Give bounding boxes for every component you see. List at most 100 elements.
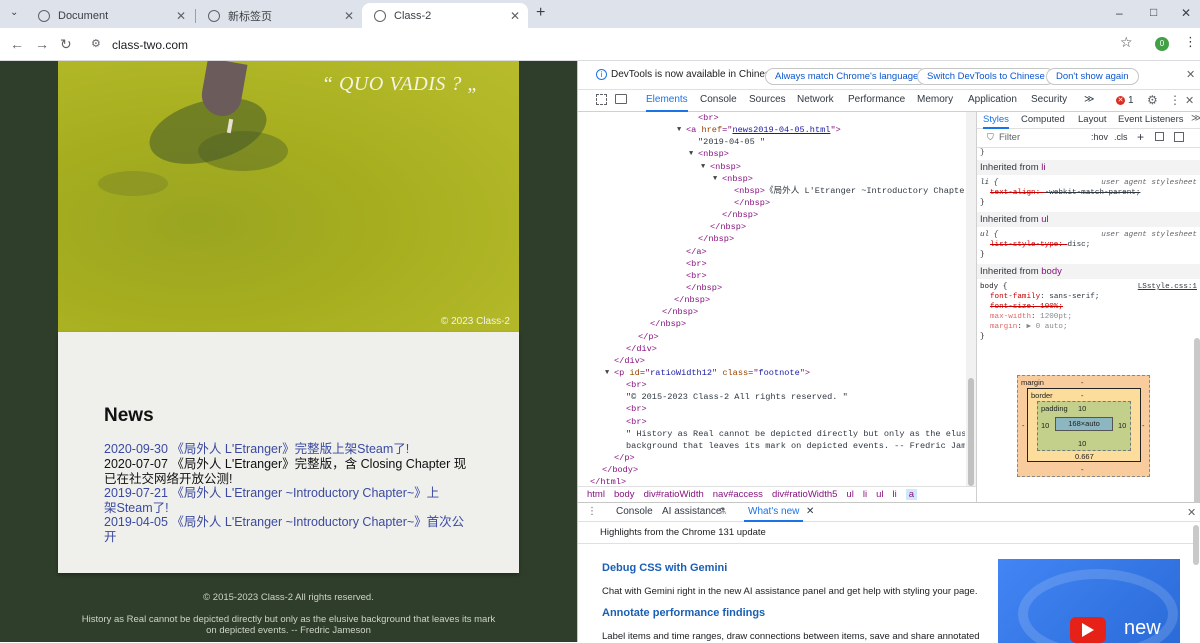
- feature-thumbnail[interactable]: new: [998, 559, 1180, 643]
- tab-security[interactable]: Security: [1031, 90, 1067, 112]
- dom-node-line[interactable]: ▼ <a href="news2019-04-05.html">: [590, 124, 965, 136]
- dom-node-line[interactable]: ▼ <nbsp>: [590, 173, 965, 185]
- close-window-button[interactable]: ✕: [1181, 6, 1191, 20]
- cls-toggle[interactable]: .cls: [1114, 132, 1128, 142]
- profile-avatar[interactable]: 0: [1155, 37, 1169, 51]
- css-property[interactable]: font-size: 100%;: [990, 302, 1198, 312]
- breadcrumb-item[interactable]: li: [892, 489, 896, 500]
- breadcrumb-item[interactable]: nav#access: [713, 489, 763, 500]
- error-count[interactable]: 1: [1128, 95, 1134, 106]
- styles-pane-scrollbar[interactable]: [1194, 338, 1200, 508]
- back-icon[interactable]: ←: [10, 36, 24, 52]
- inherited-tag[interactable]: body: [1041, 266, 1062, 277]
- drawer-tab-whats-new[interactable]: What's new: [744, 503, 804, 522]
- breadcrumb-item[interactable]: ul: [876, 489, 883, 500]
- more-tabs-icon[interactable]: ≫: [1084, 90, 1094, 112]
- margin-left-value[interactable]: -: [1022, 421, 1025, 430]
- dom-tree[interactable]: <br> ▼ <a href="news2019-04-05.html"> "2019…: [590, 112, 965, 486]
- dom-node-line[interactable]: ▼ <nbsp>: [590, 161, 965, 173]
- reload-icon[interactable]: ↻: [60, 36, 72, 52]
- inspect-element-icon[interactable]: [596, 94, 607, 105]
- margin-right-value[interactable]: -: [1142, 421, 1145, 430]
- dom-node-line[interactable]: </html>: [590, 476, 965, 486]
- expand-arrow-icon[interactable]: ▼: [701, 161, 705, 173]
- browser-tab-class2[interactable]: Class-2 ✕: [362, 3, 528, 28]
- dom-node-line[interactable]: <nbsp>《局外人 L'Etranger ~Introductory Chap…: [590, 185, 965, 197]
- news-item-link[interactable]: 2019-07-21 《局外人 L'Etranger ~Introductory…: [104, 486, 449, 515]
- more-tabs-icon[interactable]: ≫: [1191, 113, 1200, 124]
- restore-button[interactable]: □: [1150, 5, 1157, 19]
- news-item-link[interactable]: 2020-09-30 《局外人 L'Etranger》完整版上架Steam了!: [104, 442, 474, 457]
- minimize-button[interactable]: –: [1116, 6, 1123, 20]
- close-drawer-icon[interactable]: ✕: [1187, 506, 1196, 519]
- dom-node-line[interactable]: <br>: [590, 270, 965, 282]
- browser-tab-document[interactable]: Document ✕: [26, 3, 194, 28]
- dont-show-again-button[interactable]: Don't show again: [1046, 68, 1139, 85]
- drawer-scrollbar[interactable]: [1193, 525, 1199, 565]
- dom-node-line[interactable]: </nbsp>: [590, 209, 965, 221]
- dom-node-line[interactable]: ▼ <p id="ratioWidth12" class="footnote">: [590, 367, 965, 379]
- dom-node-line[interactable]: <br>: [590, 258, 965, 270]
- inherited-tag[interactable]: ul: [1041, 214, 1048, 225]
- dom-node-line[interactable]: </nbsp>: [590, 221, 965, 233]
- expand-arrow-icon[interactable]: ▼: [677, 124, 681, 136]
- dom-node-line[interactable]: <br>: [590, 379, 965, 391]
- inherited-tag[interactable]: li: [1041, 162, 1045, 173]
- feature-heading-link[interactable]: Debug CSS with Gemini: [602, 562, 727, 574]
- menu-icon[interactable]: ⋮: [1184, 34, 1197, 50]
- padding-value[interactable]: 10: [1078, 404, 1086, 413]
- site-info-icon[interactable]: ⚙: [91, 37, 101, 50]
- dom-node-line[interactable]: </nbsp>: [590, 282, 965, 294]
- address-bar[interactable]: ⚙ class-two.com: [82, 32, 1146, 57]
- new-tab-button[interactable]: +: [536, 4, 545, 22]
- dom-node-line[interactable]: </a>: [590, 246, 965, 258]
- tab-computed[interactable]: Computed: [1021, 112, 1065, 127]
- dom-node-line[interactable]: "© 2015-2023 Class-2 All rights reserved…: [590, 391, 965, 403]
- dom-node-line[interactable]: </nbsp>: [590, 233, 965, 245]
- tab-elements[interactable]: Elements: [646, 90, 688, 112]
- dom-node-line[interactable]: ▼ <nbsp>: [590, 148, 965, 160]
- drawer-tab-console[interactable]: Console: [616, 503, 653, 522]
- css-property[interactable]: margin: ▶ 0 auto;: [990, 322, 1198, 332]
- close-devtools-icon[interactable]: ✕: [1185, 94, 1194, 107]
- close-icon[interactable]: ✕: [1186, 68, 1195, 81]
- news-item-link[interactable]: 2019-04-05 《局外人 L'Etranger ~Introductory…: [104, 515, 474, 544]
- margin-bottom-value[interactable]: -: [1081, 465, 1084, 474]
- dom-node-line[interactable]: </nbsp>: [590, 306, 965, 318]
- padding-right-value[interactable]: 10: [1118, 421, 1126, 430]
- css-property[interactable]: max-width: 1200pt;: [990, 312, 1198, 322]
- dom-node-line[interactable]: </p>: [590, 331, 965, 343]
- dom-node-line[interactable]: <br>: [590, 112, 965, 124]
- close-tab-icon[interactable]: ✕: [806, 506, 814, 517]
- stylesheet-source-link[interactable]: LSstyle.css:1: [1138, 282, 1197, 292]
- expand-arrow-icon[interactable]: ▼: [689, 148, 693, 160]
- element-state-icon[interactable]: [1155, 132, 1164, 141]
- breadcrumb-item-selected[interactable]: a: [905, 489, 917, 500]
- dom-node-line[interactable]: </p>: [590, 452, 965, 464]
- border-bottom-value[interactable]: 0.667: [1075, 452, 1094, 461]
- kebab-menu-icon[interactable]: ⋮: [1169, 93, 1181, 107]
- breadcrumb-item[interactable]: ul: [846, 489, 853, 500]
- breadcrumb-item[interactable]: div#ratioWidth5: [772, 489, 837, 500]
- breadcrumb-item[interactable]: li: [863, 489, 867, 500]
- scroll-thumb[interactable]: [968, 378, 974, 486]
- dom-node-line[interactable]: <br>: [590, 403, 965, 415]
- padding-left-value[interactable]: 10: [1041, 421, 1049, 430]
- toggle-sidebar-icon[interactable]: [1174, 132, 1184, 142]
- always-match-language-button[interactable]: Always match Chrome's language: [765, 68, 929, 85]
- expand-arrow-icon[interactable]: ▼: [605, 367, 609, 379]
- drawer-menu-icon[interactable]: ⋮: [587, 506, 597, 517]
- tab-performance[interactable]: Performance: [848, 90, 905, 112]
- tab-sources[interactable]: Sources: [749, 90, 786, 112]
- tab-application[interactable]: Application: [968, 90, 1017, 112]
- switch-to-chinese-button[interactable]: Switch DevTools to Chinese: [917, 68, 1055, 85]
- tab-event-listeners[interactable]: Event Listeners: [1118, 112, 1183, 127]
- tab-console[interactable]: Console: [700, 90, 737, 112]
- padding-bottom-value[interactable]: 10: [1078, 439, 1086, 448]
- dom-node-line[interactable]: background that leaves its mark on depic…: [590, 440, 965, 452]
- close-icon[interactable]: ✕: [176, 9, 186, 23]
- dom-node-line[interactable]: "2019-04-05 ": [590, 136, 965, 148]
- dom-node-line[interactable]: <br>: [590, 416, 965, 428]
- breadcrumb-item[interactable]: div#ratioWidth: [644, 489, 704, 500]
- css-property[interactable]: font-family: sans-serif;: [990, 292, 1198, 302]
